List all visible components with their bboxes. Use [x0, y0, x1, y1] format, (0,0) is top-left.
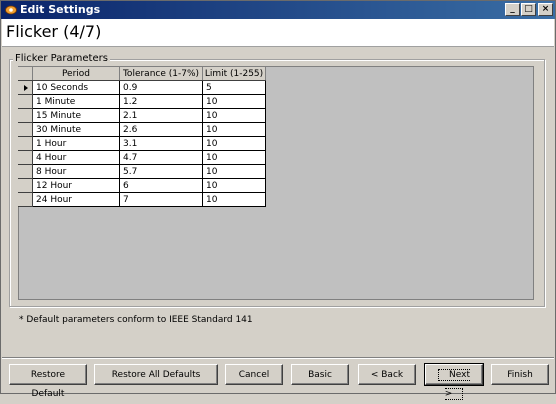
- tolerance-cell[interactable]: 5.7: [119, 164, 203, 179]
- limit-cell[interactable]: 5: [202, 80, 266, 95]
- close-button[interactable]: ×: [538, 3, 553, 16]
- row-header[interactable]: [18, 108, 33, 123]
- row-header[interactable]: [18, 164, 33, 179]
- limit-cell[interactable]: 10: [202, 108, 266, 123]
- period-cell[interactable]: 8 Hour: [32, 164, 120, 179]
- next-button-label: Next >: [438, 369, 470, 400]
- table-row[interactable]: 24 Hour 7 10: [18, 192, 266, 207]
- tolerance-cell[interactable]: 7: [119, 192, 203, 207]
- limit-cell[interactable]: 10: [202, 122, 266, 137]
- row-header[interactable]: [18, 150, 33, 165]
- period-cell[interactable]: 1 Hour: [32, 136, 120, 151]
- period-cell[interactable]: 12 Hour: [32, 178, 120, 193]
- grid-header-row: Period Tolerance (1-7%) Limit (1-255): [18, 66, 266, 81]
- table-row[interactable]: 12 Hour 6 10: [18, 178, 266, 193]
- column-header-tolerance[interactable]: Tolerance (1-7%): [119, 66, 203, 81]
- table-row[interactable]: 15 Minute 2.1 10: [18, 108, 266, 123]
- minimize-button[interactable]: _: [505, 3, 520, 16]
- tolerance-cell[interactable]: 3.1: [119, 136, 203, 151]
- period-cell[interactable]: 1 Minute: [32, 94, 120, 109]
- period-cell[interactable]: 10 Seconds: [32, 80, 120, 95]
- table-row[interactable]: 8 Hour 5.7 10: [18, 164, 266, 179]
- column-header-limit[interactable]: Limit (1-255): [202, 66, 266, 81]
- column-header-period[interactable]: Period: [32, 66, 120, 81]
- limit-cell[interactable]: 10: [202, 192, 266, 207]
- period-cell[interactable]: 24 Hour: [32, 192, 120, 207]
- row-header[interactable]: [18, 178, 33, 193]
- finish-button[interactable]: Finish: [491, 364, 549, 385]
- limit-cell[interactable]: 10: [202, 136, 266, 151]
- button-divider: [2, 357, 554, 359]
- limit-cell[interactable]: 10: [202, 178, 266, 193]
- page-title: Flicker (4/7): [6, 22, 102, 41]
- limit-cell[interactable]: 10: [202, 150, 266, 165]
- table-row[interactable]: 10 Seconds 0.9 5: [18, 80, 266, 95]
- header-panel: Flicker (4/7): [2, 19, 554, 47]
- tolerance-cell[interactable]: 0.9: [119, 80, 203, 95]
- table-row[interactable]: 1 Minute 1.2 10: [18, 94, 266, 109]
- restore-all-defaults-button[interactable]: Restore All Defaults: [94, 364, 218, 385]
- next-button[interactable]: Next >: [424, 363, 484, 400]
- tolerance-cell[interactable]: 2.6: [119, 122, 203, 137]
- period-cell[interactable]: 15 Minute: [32, 108, 120, 123]
- row-header[interactable]: [18, 94, 33, 109]
- restore-default-button[interactable]: Restore Default: [9, 364, 87, 399]
- row-header[interactable]: [18, 122, 33, 137]
- maximize-button[interactable]: □: [521, 3, 536, 16]
- app-icon: [5, 5, 17, 15]
- table-row[interactable]: 4 Hour 4.7 10: [18, 150, 266, 165]
- period-cell[interactable]: 4 Hour: [32, 150, 120, 165]
- current-row-arrow-icon: [24, 85, 28, 91]
- table-row[interactable]: 30 Minute 2.6 10: [18, 122, 266, 137]
- period-cell[interactable]: 30 Minute: [32, 122, 120, 137]
- footnote: * Default parameters conform to IEEE Sta…: [19, 315, 253, 325]
- edit-settings-window: Edit Settings _ □ × Flicker (4/7) Flicke…: [0, 0, 556, 400]
- row-header[interactable]: [18, 80, 33, 95]
- limit-cell[interactable]: 10: [202, 164, 266, 179]
- tolerance-cell[interactable]: 1.2: [119, 94, 203, 109]
- back-button[interactable]: < Back: [358, 364, 416, 385]
- group-label: Flicker Parameters: [13, 52, 110, 65]
- limit-cell[interactable]: 10: [202, 94, 266, 109]
- basic-button[interactable]: Basic: [291, 364, 349, 385]
- tolerance-cell[interactable]: 2.1: [119, 108, 203, 123]
- table-row[interactable]: 1 Hour 3.1 10: [18, 136, 266, 151]
- tolerance-cell[interactable]: 6: [119, 178, 203, 193]
- grid-corner: [18, 66, 33, 81]
- window-title: Edit Settings: [20, 3, 101, 16]
- parameters-grid: Period Tolerance (1-7%) Limit (1-255) 10…: [18, 66, 266, 207]
- cancel-button[interactable]: Cancel: [225, 364, 283, 385]
- row-header[interactable]: [18, 136, 33, 151]
- row-header[interactable]: [18, 192, 33, 207]
- tolerance-cell[interactable]: 4.7: [119, 150, 203, 165]
- title-bar[interactable]: Edit Settings _ □ ×: [1, 1, 555, 19]
